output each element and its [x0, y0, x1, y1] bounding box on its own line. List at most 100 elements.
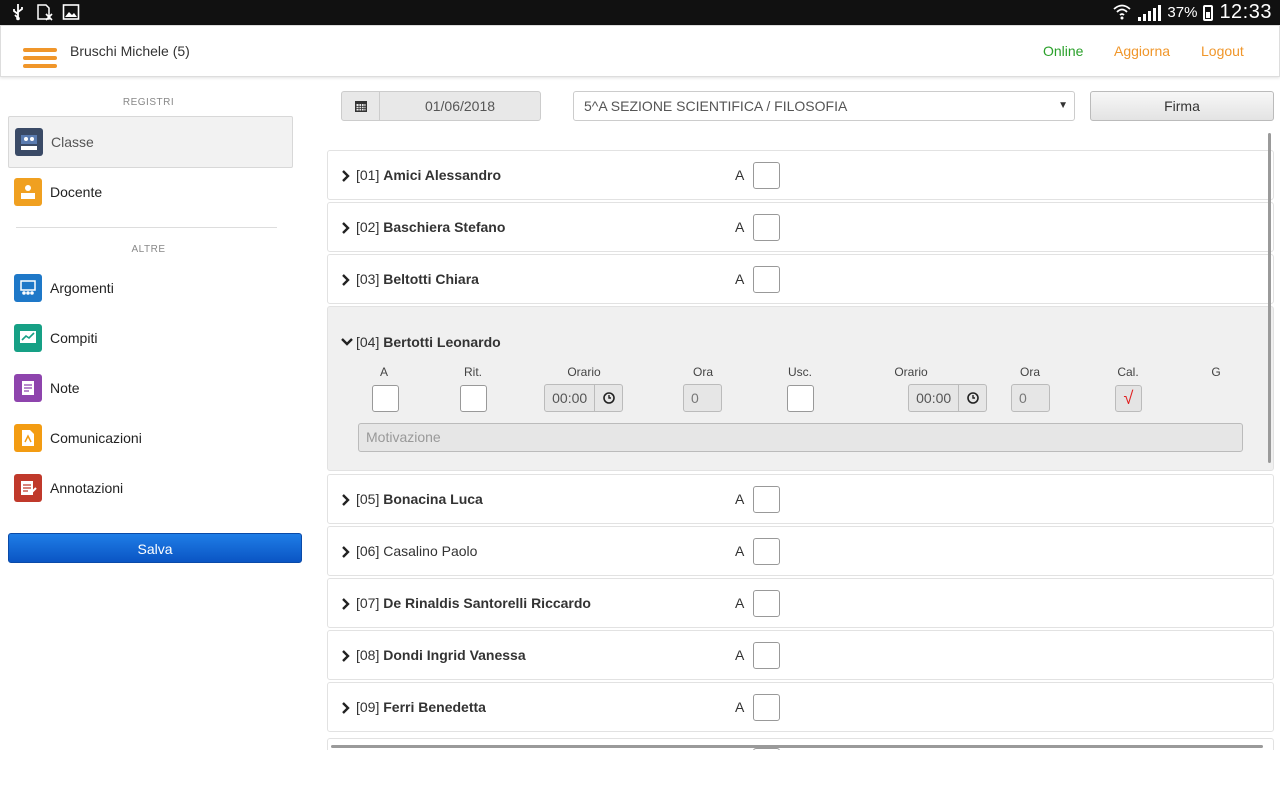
dropdown-arrow-icon: ▼	[1058, 100, 1068, 111]
sidebar-item-annotazioni[interactable]: Annotazioni	[8, 462, 293, 514]
student-name: [03] Beltotti Chiara	[356, 271, 479, 287]
student-row[interactable]: [01] Amici Alessandro A	[327, 150, 1274, 200]
clock-icon[interactable]	[958, 385, 986, 411]
gallery-icon	[62, 3, 80, 21]
student-row[interactable]: [05] Bonacina Luca A	[327, 474, 1274, 524]
class-select-value: 5^A SEZIONE SCIENTIFICA / FILOSOFIA	[584, 98, 848, 114]
absent-checkbox[interactable]	[753, 694, 780, 721]
late-checkbox[interactable]	[460, 385, 487, 412]
signal-icon	[1138, 4, 1162, 21]
absent-label: A	[735, 543, 745, 559]
absent-checkbox[interactable]	[753, 642, 780, 669]
col-header-cal: Cal.	[1117, 365, 1139, 379]
calendar-icon[interactable]	[342, 92, 380, 120]
section-altre: ALTRE	[131, 244, 166, 255]
sidebar-item-argomenti[interactable]: Argomenti	[8, 262, 293, 314]
vertical-scrollbar[interactable]	[1268, 133, 1271, 463]
horizontal-scrollbar[interactable]	[331, 745, 1263, 748]
absent-checkbox[interactable]	[753, 214, 780, 241]
sidebar-item-label: Classe	[51, 134, 94, 150]
chevron-right-icon[interactable]	[341, 699, 353, 717]
chevron-right-icon[interactable]	[341, 271, 353, 289]
sidebar-item-classe[interactable]: Classe	[8, 116, 293, 168]
absent-label: A	[735, 491, 745, 507]
chevron-down-icon[interactable]	[341, 335, 353, 353]
absent-label: A	[735, 647, 745, 663]
entry-hour-input[interactable]: 0	[683, 384, 722, 412]
absent-checkbox[interactable]	[753, 486, 780, 513]
date-picker[interactable]: 01/06/2018	[341, 91, 541, 121]
exit-time-value[interactable]: 00:00	[909, 385, 958, 411]
absent-label: A	[735, 219, 745, 235]
class-select[interactable]: 5^A SEZIONE SCIENTIFICA / FILOSOFIA ▼	[573, 91, 1075, 121]
col-header-g: G	[1211, 365, 1221, 379]
communication-icon	[14, 424, 42, 452]
battery-percent: 37%	[1167, 4, 1198, 21]
entry-time-value[interactable]: 00:00	[545, 385, 594, 411]
sidebar-item-label: Annotazioni	[50, 480, 124, 496]
no-sim-icon	[36, 3, 53, 21]
student-row[interactable]: [09] Ferri Benedetta A	[327, 682, 1274, 732]
refresh-link[interactable]: Aggiorna	[1114, 43, 1170, 59]
absent-checkbox[interactable]	[753, 266, 780, 293]
clock-icon[interactable]	[594, 385, 622, 411]
user-name: Bruschi Michele (5)	[70, 43, 190, 59]
topics-icon	[14, 274, 42, 302]
entry-time-input[interactable]: 00:00	[544, 384, 623, 412]
student-row[interactable]: [06] Casalino Paolo A	[327, 526, 1274, 576]
sign-button[interactable]: Firma	[1090, 91, 1274, 121]
student-row[interactable]: [07] De Rinaldis Santorelli Riccardo A	[327, 578, 1274, 628]
student-name: [05] Bonacina Luca	[356, 491, 483, 507]
chevron-right-icon[interactable]	[341, 167, 353, 185]
homework-icon	[14, 324, 42, 352]
menu-icon[interactable]	[23, 48, 57, 72]
chevron-right-icon[interactable]	[341, 491, 353, 509]
chevron-right-icon[interactable]	[341, 219, 353, 237]
exit-hour-input[interactable]: 0	[1011, 384, 1050, 412]
teacher-desk-icon	[14, 178, 42, 206]
student-name: [08] Dondi Ingrid Vanessa	[356, 647, 526, 663]
wifi-icon	[1112, 2, 1132, 24]
sidebar-item-label: Argomenti	[50, 280, 114, 296]
absent-label: A	[735, 699, 745, 715]
cal-checkbox[interactable]: √	[1115, 385, 1142, 412]
save-button[interactable]: Salva	[8, 533, 302, 563]
online-status[interactable]: Online	[1043, 43, 1083, 59]
sidebar-item-note[interactable]: Note	[8, 362, 293, 414]
absent-checkbox[interactable]	[753, 538, 780, 565]
absent-label: A	[735, 595, 745, 611]
sidebar-item-label: Compiti	[50, 330, 98, 346]
student-row[interactable]: [08] Dondi Ingrid Vanessa A	[327, 630, 1274, 680]
student-name: [09] Ferri Benedetta	[356, 699, 486, 715]
motivation-input[interactable]: Motivazione	[358, 423, 1243, 452]
date-value[interactable]: 01/06/2018	[380, 92, 540, 120]
exit-checkbox[interactable]	[787, 385, 814, 412]
absent-label: A	[735, 167, 745, 183]
sidebar-item-comunicazioni[interactable]: Comunicazioni	[8, 412, 293, 464]
logout-link[interactable]: Logout	[1201, 43, 1244, 59]
chevron-right-icon[interactable]	[341, 595, 353, 613]
absent-checkbox[interactable]	[753, 162, 780, 189]
sidebar-divider	[16, 227, 277, 228]
chevron-right-icon[interactable]	[341, 647, 353, 665]
sidebar: REGISTRI Classe Docente ALTRE Argomenti …	[0, 77, 305, 752]
usb-icon	[10, 3, 26, 21]
student-row[interactable]	[327, 738, 1274, 750]
student-row[interactable]: [02] Baschiera Stefano A	[327, 202, 1274, 252]
annotation-icon	[14, 474, 42, 502]
col-header-uscita: Usc.	[788, 365, 812, 379]
col-header-ora-entrata: Ora	[692, 365, 713, 379]
battery-icon	[1203, 4, 1214, 21]
student-row[interactable]: [03] Beltotti Chiara A	[327, 254, 1274, 304]
absent-checkbox[interactable]	[372, 385, 399, 412]
absent-checkbox[interactable]	[753, 590, 780, 617]
chevron-right-icon[interactable]	[341, 543, 353, 561]
sidebar-item-compiti[interactable]: Compiti	[8, 312, 293, 364]
absent-checkbox[interactable]	[753, 748, 780, 750]
col-header-rit: Rit.	[464, 365, 482, 379]
sidebar-item-docente[interactable]: Docente	[8, 166, 293, 218]
status-bar: 37% 12:33	[0, 0, 1280, 25]
class-icon	[15, 128, 43, 156]
note-icon	[14, 374, 42, 402]
exit-time-input[interactable]: 00:00	[908, 384, 987, 412]
